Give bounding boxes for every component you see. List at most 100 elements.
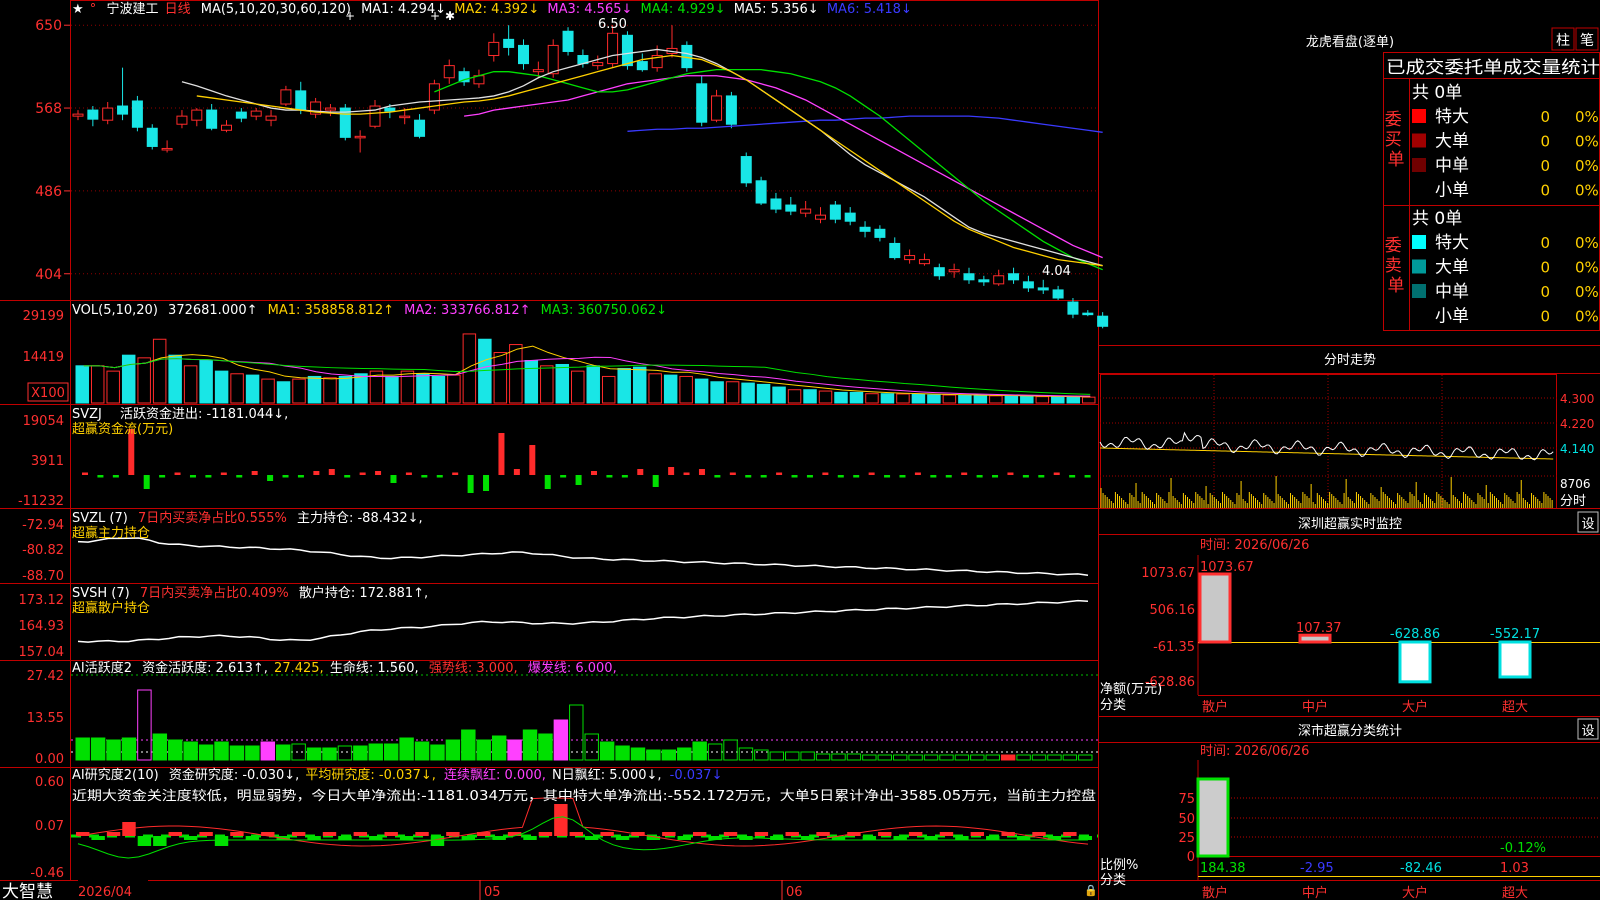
candle-body[interactable] [161,147,173,151]
candle-body[interactable] [518,44,529,65]
volume-bar[interactable] [834,391,848,404]
ai1-bar[interactable] [414,741,430,761]
volume-bar[interactable] [509,344,523,404]
candle-body[interactable] [1097,315,1109,327]
volume-bar[interactable] [555,363,570,404]
ai1-bar[interactable] [785,751,800,761]
svzj-bar[interactable] [544,475,551,489]
svzj-bar[interactable] [729,472,736,476]
ai2-bar[interactable] [662,832,676,836]
svzj-bar[interactable] [560,475,567,478]
ai2-bar[interactable] [785,832,799,836]
svzj-bar[interactable] [1022,475,1029,478]
svzj-bar[interactable] [205,475,212,478]
volume-bar[interactable] [106,370,120,404]
volume-bar[interactable] [338,375,353,404]
ai2-bar[interactable] [214,836,229,846]
svzj-bar[interactable] [621,475,628,478]
ai1-bar[interactable] [1000,754,1016,761]
svzj-bar[interactable] [575,475,582,485]
candle-body[interactable] [1052,289,1064,299]
candle-body[interactable] [607,32,619,65]
ai1-bar[interactable] [677,747,692,761]
svzj-bar[interactable] [760,475,767,478]
volume-bar[interactable] [524,360,539,404]
ai1-bar[interactable] [152,733,168,761]
ai1-bar[interactable] [646,749,661,761]
svzj-bar[interactable] [714,475,721,478]
volume-bar[interactable] [447,374,461,404]
ai2-bar[interactable] [939,832,954,836]
sz-monitor-bar[interactable] [1398,640,1432,684]
volume-bar[interactable] [1020,395,1034,404]
volume-bar[interactable] [493,352,508,404]
svzj-bar[interactable] [1007,472,1014,476]
volume-bar[interactable] [663,374,678,404]
ai2-bar[interactable] [1063,832,1077,836]
ai1-bar[interactable] [1047,754,1062,761]
ai1-bar[interactable] [877,754,892,761]
ai1-bar[interactable] [553,719,569,761]
volume-bar[interactable] [1082,396,1096,404]
volume-bar[interactable] [540,365,554,404]
ai2-bar[interactable] [168,832,182,836]
candle-body[interactable] [265,115,277,121]
svzj-bar[interactable] [591,471,597,475]
ai1-bar[interactable] [908,754,923,761]
svzj-bar[interactable] [1084,475,1091,478]
ai2-bar[interactable] [970,832,985,836]
volume-bar[interactable] [152,338,167,404]
svzj-bar[interactable] [82,472,88,476]
volume-bar[interactable] [896,393,910,404]
ai2-bar[interactable] [692,832,707,836]
ai1-bar[interactable] [723,739,738,761]
svzj-bar[interactable] [97,475,104,478]
candle-body[interactable] [176,115,188,125]
ai1-bar[interactable] [692,741,707,761]
svzj-bar[interactable] [220,472,227,476]
volume-bar[interactable] [354,373,368,404]
ai1-bar[interactable] [245,745,260,761]
ai2-bar[interactable] [816,832,830,836]
ai2-bar[interactable] [245,836,260,840]
svzj-bar[interactable] [359,472,366,476]
svzj-bar[interactable] [945,475,952,478]
ai2-bar[interactable] [137,836,152,846]
candle-body[interactable] [87,109,99,120]
candle-body[interactable] [874,228,886,238]
volume-bar[interactable] [973,395,988,404]
ai1-bar[interactable] [137,689,152,761]
ai1-bar[interactable] [615,745,630,761]
ai1-bar[interactable] [337,745,353,761]
svzj-bar[interactable] [267,475,274,481]
ai1-bar[interactable] [322,747,337,761]
candle-body[interactable] [131,100,143,128]
ai1-bar[interactable] [430,744,445,761]
volume-bar[interactable] [694,378,709,404]
svsh-panel[interactable]: SVSH (7) 7日内买卖净占比0.409% 散户持仓: 172.881↑, … [19,585,1089,660]
volume-bar[interactable] [431,375,446,404]
candle-body[interactable] [621,34,633,67]
ai1-bar[interactable] [306,747,322,761]
ai2-bar[interactable] [677,836,691,840]
volume-bar[interactable] [292,378,306,404]
volume-bar[interactable] [1035,396,1050,404]
candle-body[interactable] [711,95,723,121]
svzj-bar[interactable] [297,475,304,478]
svzj-bar[interactable] [637,469,644,475]
ai1-bar[interactable] [168,739,183,761]
svzj-bar[interactable] [745,475,752,478]
ai2-bar[interactable] [369,836,383,840]
candle-body[interactable] [1082,312,1094,316]
svzj-bar[interactable] [837,475,844,478]
ai2-bar[interactable] [153,836,167,846]
candle-body[interactable] [963,273,975,281]
stock-chart-canvas[interactable]: 650568486404 6.50 4.04 + + ✱ ★ ° 宁波建工 日线… [0,0,1600,900]
candle-body[interactable] [206,109,218,129]
svzj-bar[interactable] [421,475,428,478]
ai1-bar[interactable] [939,754,954,761]
candle-body[interactable] [696,83,708,123]
candle-body[interactable] [800,208,812,214]
svzj-bar[interactable] [483,475,490,491]
volume-bar[interactable] [168,354,182,404]
